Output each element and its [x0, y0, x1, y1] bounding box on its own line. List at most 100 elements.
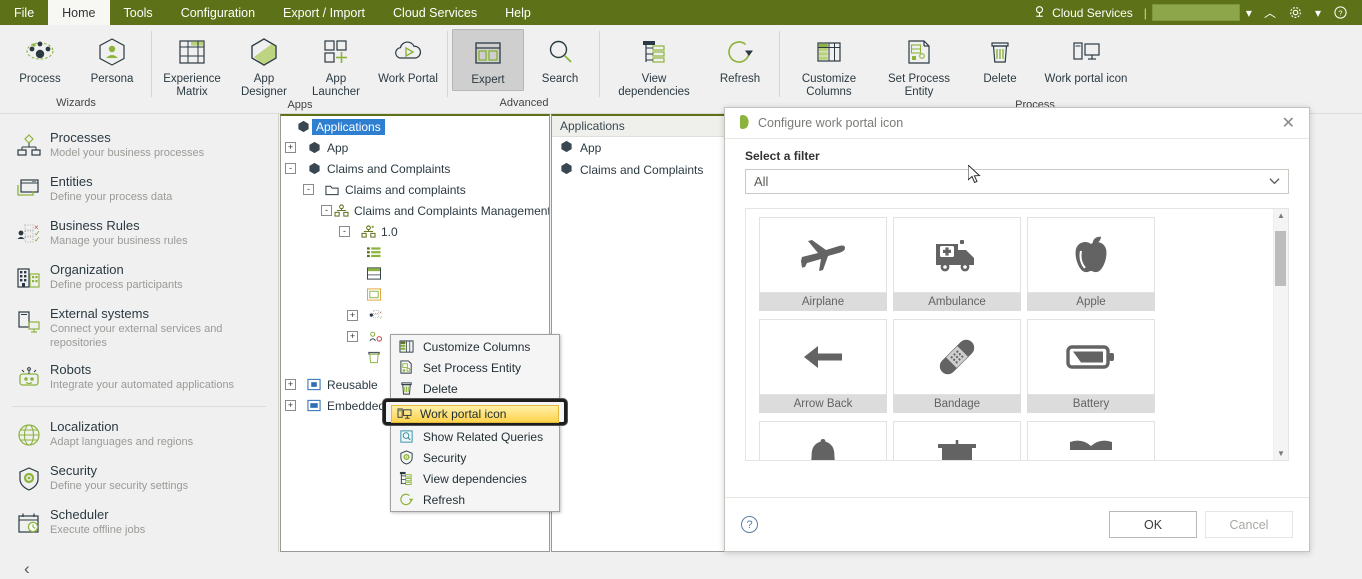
tree-row[interactable]	[281, 263, 549, 284]
help-icon[interactable]: ?	[741, 516, 758, 533]
context-menu-item-show-related-queries[interactable]: Show Related Queries	[391, 426, 559, 447]
cancel-button[interactable]: Cancel	[1205, 511, 1293, 538]
icon-card-arrow-back[interactable]: Arrow Back	[759, 319, 887, 413]
menu-item-cloud-services[interactable]: Cloud Services	[379, 0, 491, 25]
context-menu-item-work-portal-icon[interactable]: Work portal icon	[391, 405, 559, 423]
icon-card-partial-1[interactable]	[1027, 421, 1155, 460]
app-node-icon	[560, 140, 573, 156]
sidebar-item-localization[interactable]: Localization Adapt languages and regions	[0, 413, 278, 457]
ribbon-button-expert[interactable]: Expert	[452, 29, 524, 91]
menu-divider: |	[1143, 5, 1147, 20]
sidebar-sub-security: Define your security settings	[50, 480, 189, 492]
context-menu-item-customize-columns[interactable]: Customize Columns	[391, 336, 559, 357]
ok-button[interactable]: OK	[1109, 511, 1197, 538]
tree-row[interactable]: + App	[281, 137, 549, 158]
icon-card-ambulance[interactable]: Ambulance	[893, 217, 1021, 311]
tree-expander-minus[interactable]: -	[321, 205, 332, 216]
filter-selected-value: All	[754, 174, 769, 189]
context-menu-item-delete[interactable]: Delete	[391, 378, 559, 399]
ribbon-button-customize-columns[interactable]: Customize Columns	[784, 29, 874, 99]
icon-card-apple[interactable]: Apple	[1027, 217, 1155, 311]
cloud-services-label[interactable]: Cloud Services	[1052, 6, 1133, 20]
tree-expander-plus[interactable]: +	[285, 142, 296, 153]
ribbon-button-process[interactable]: Process	[4, 29, 76, 91]
tree-expander-minus[interactable]: -	[339, 226, 350, 237]
close-icon[interactable]: ✕	[1278, 113, 1299, 133]
tree-expander-plus[interactable]: +	[347, 310, 358, 321]
tree-expander-plus[interactable]: +	[285, 400, 296, 411]
sidebar-sub-robots: Integrate your automated applications	[50, 379, 235, 391]
scroll-up-arrow-icon[interactable]: ▲	[1277, 209, 1285, 222]
app-node-icon	[294, 120, 312, 133]
business-rules-icon: × ✓ ✓	[12, 218, 46, 250]
sidebar-title-security: Security	[50, 463, 97, 478]
icon-card-bell[interactable]: Bell	[759, 421, 887, 460]
chevron-up-icon[interactable]: ︿	[1258, 4, 1282, 21]
tree-expander-minus[interactable]: -	[303, 184, 314, 195]
scrollbar-thumb[interactable]	[1275, 231, 1286, 286]
ribbon-button-app-launcher[interactable]: App Launcher	[300, 29, 372, 99]
ribbon-button-work-portal[interactable]: Work Portal	[372, 29, 444, 91]
sidebar-item-security[interactable]: Security Define your security settings	[0, 457, 278, 501]
sidebar-item-scheduler[interactable]: Scheduler Execute offline jobs	[0, 501, 278, 545]
chevron-down-icon[interactable]	[1269, 176, 1280, 188]
ribbon-button-delete[interactable]: Delete	[964, 29, 1036, 91]
ribbon-button-work-portal-icon[interactable]: Work portal icon	[1036, 29, 1136, 91]
chevron-down-icon-2[interactable]: ▾	[1309, 6, 1327, 20]
icon-card-bandage[interactable]: Bandage	[893, 319, 1021, 413]
icon-card-airplane[interactable]: Airplane	[759, 217, 887, 311]
context-menu-item-security[interactable]: Security	[391, 447, 559, 468]
menu-item-help[interactable]: Help	[491, 0, 545, 25]
tree-row[interactable]: - Claims and Complaints Management	[281, 200, 549, 221]
tree-row[interactable]: - 1.0	[281, 221, 549, 242]
menu-item-configuration[interactable]: Configuration	[167, 0, 269, 25]
sidebar-item-entities[interactable]: Entities Define your process data	[0, 168, 278, 212]
cloud-icon	[1032, 5, 1047, 20]
sidebar-item-organization[interactable]: Organization Define process participants	[0, 256, 278, 300]
sidebar-collapse-button[interactable]: ‹	[0, 545, 278, 579]
ribbon-button-view-dependencies[interactable]: View dependencies	[604, 29, 704, 99]
menu-item-home[interactable]: Home	[48, 0, 110, 25]
menu-item-tools[interactable]: Tools	[110, 0, 167, 25]
tree-expander-plus[interactable]: +	[347, 331, 358, 342]
tree-row[interactable]	[281, 242, 549, 263]
tree-expander-plus[interactable]: +	[285, 379, 296, 390]
ribbon-button-set-process-entity[interactable]: Set Process Entity	[874, 29, 964, 99]
ribbon-button-search[interactable]: Search	[524, 29, 596, 91]
icon-grid-scrollbar[interactable]: ▲ ▼	[1273, 209, 1288, 460]
ribbon-button-app-designer[interactable]: App Designer	[228, 29, 300, 99]
menu-item-export-import[interactable]: Export / Import	[269, 0, 379, 25]
sidebar-item-robots[interactable]: Robots Integrate your automated applicat…	[0, 356, 278, 400]
chevron-down-icon[interactable]: ▾	[1240, 6, 1258, 20]
sidebar-item-business-rules[interactable]: × ✓ ✓ Business Rules Manage your busines…	[0, 212, 278, 256]
context-menu-item-view-dependencies[interactable]: View dependencies	[391, 468, 559, 489]
gear-icon[interactable]	[1282, 5, 1309, 20]
help-circle-icon[interactable]: ?	[1327, 5, 1354, 20]
refresh-icon	[725, 33, 755, 71]
tree-expander-minus[interactable]: -	[285, 163, 296, 174]
view-dependencies-icon	[393, 471, 419, 486]
filter-select[interactable]: All	[745, 169, 1289, 194]
tree-row[interactable]: Applications	[281, 116, 549, 137]
tree-label-claims-and-complaints-folder: Claims and complaints	[345, 182, 466, 197]
sidebar-item-processes[interactable]: Processes Model your business processes	[0, 124, 278, 168]
ribbon-label-work-portal-icon: Work portal icon	[1044, 73, 1128, 85]
entities-icon	[12, 174, 46, 206]
icon-card-battery[interactable]: Battery	[1027, 319, 1155, 413]
ribbon-label-refresh: Refresh	[719, 73, 761, 85]
account-field[interactable]	[1151, 4, 1240, 21]
tree-row[interactable]: + × ✓	[281, 305, 549, 326]
tree-row[interactable]: - Claims and Complaints	[281, 158, 549, 179]
tree-row[interactable]: - Claims and complaints	[281, 179, 549, 200]
ribbon-button-experience-matrix[interactable]: Experience Matrix	[156, 29, 228, 99]
ribbon-button-persona[interactable]: Persona	[76, 29, 148, 91]
menu-item-file[interactable]: File	[0, 0, 48, 25]
context-menu-item-set-process-entity[interactable]: Set Process Entity	[391, 357, 559, 378]
scroll-down-arrow-icon[interactable]: ▼	[1277, 447, 1285, 460]
ribbon-button-refresh[interactable]: Refresh	[704, 29, 776, 91]
sidebar-item-external-systems[interactable]: External systems Connect your external s…	[0, 300, 278, 356]
icon-card-label: Bandage	[893, 395, 1021, 413]
context-menu-item-refresh[interactable]: Refresh	[391, 489, 559, 510]
icon-card-board[interactable]: Board	[893, 421, 1021, 460]
tree-row[interactable]	[281, 284, 549, 305]
